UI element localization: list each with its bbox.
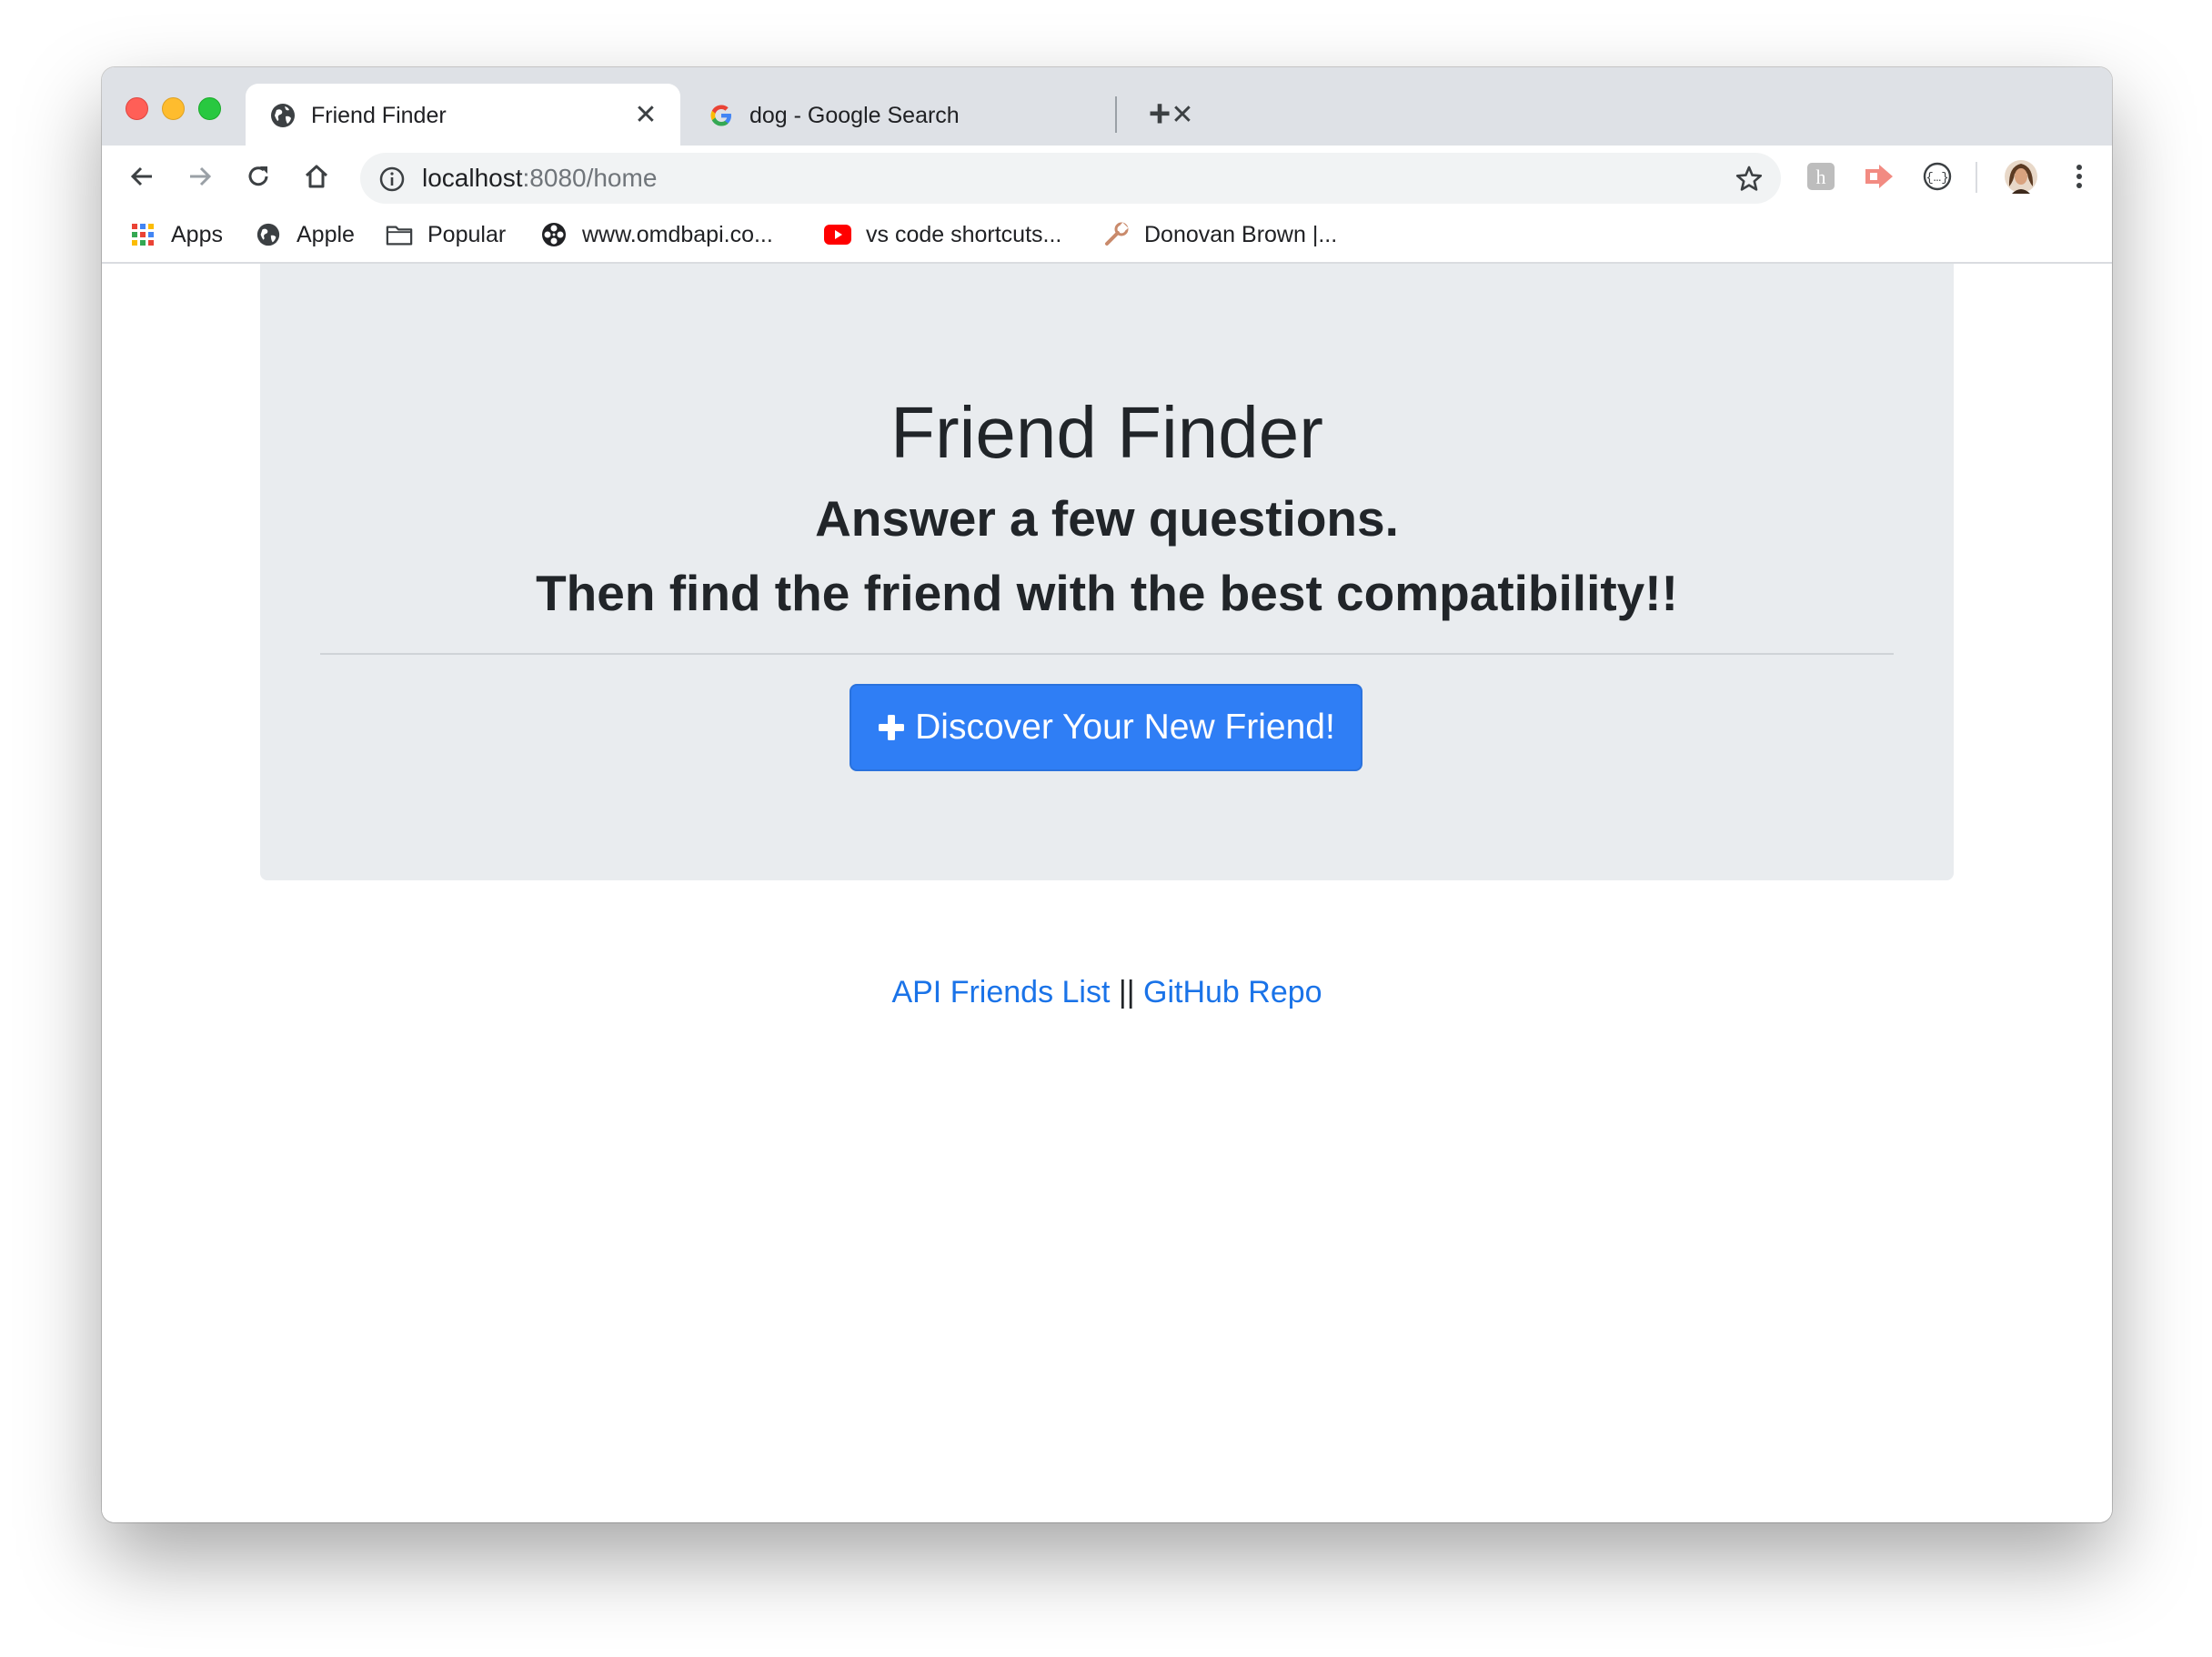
wrench-icon xyxy=(1102,221,1130,248)
page-subtitle-line1: Answer a few questions. xyxy=(815,490,1399,547)
bookmark-label: Donovan Brown |... xyxy=(1144,221,1338,247)
arrow-left-icon xyxy=(130,166,152,186)
folder-icon xyxy=(386,221,413,248)
bookmark-star-icon[interactable] xyxy=(1734,164,1765,195)
page-subtitle-line2: Then find the friend with the best compa… xyxy=(536,565,1678,621)
page-title: Friend Finder xyxy=(890,392,1323,473)
bookmark-label: Popular xyxy=(427,221,507,247)
globe-icon xyxy=(271,104,295,127)
discover-friend-button[interactable]: Discover Your New Friend! xyxy=(850,684,1362,771)
json-braces-icon: {…} xyxy=(1923,162,1952,191)
api-friends-list-link[interactable]: API Friends List xyxy=(891,975,1110,1009)
plus-icon xyxy=(879,715,905,740)
back-button[interactable] xyxy=(124,158,160,195)
close-window-button[interactable] xyxy=(126,97,148,120)
forward-button[interactable] xyxy=(182,158,218,195)
jumbotron: Friend Finder Answer a few questions. Th… xyxy=(260,264,1954,880)
arrow-right-icon xyxy=(190,166,212,186)
bookmark-label: Apple xyxy=(297,221,355,247)
bookmark-apple[interactable]: Apple xyxy=(255,218,355,251)
tab-divider xyxy=(1115,96,1117,133)
reload-button[interactable] xyxy=(240,158,276,195)
tab-friend-finder[interactable]: Friend Finder ✕ xyxy=(246,84,680,146)
bookmark-label: www.omdbapi.co... xyxy=(582,221,773,247)
toolbar-divider xyxy=(1976,162,1977,193)
apps-grid-icon xyxy=(129,221,156,248)
bookmark-donovan-brown[interactable]: Donovan Brown |... xyxy=(1102,218,1337,251)
page-content: Friend Finder Answer a few questions. Th… xyxy=(102,264,2112,1522)
svg-text:h: h xyxy=(1816,166,1826,188)
browser-window: Friend Finder ✕ dog - Google Search ✕ + xyxy=(102,67,2112,1522)
maximize-window-button[interactable] xyxy=(198,97,221,120)
video-arrow-icon xyxy=(1865,165,1893,188)
browser-toolbar: localhost:8080/home h {…} xyxy=(102,146,2112,207)
google-icon xyxy=(710,105,731,126)
bookmark-label: vs code shortcuts... xyxy=(866,221,1062,247)
close-tab-icon[interactable]: ✕ xyxy=(631,100,660,130)
github-repo-link[interactable]: GitHub Repo xyxy=(1143,975,1322,1009)
footer-links: API Friends List || GitHub Repo xyxy=(102,975,2112,1010)
extension-json-button[interactable]: {…} xyxy=(1919,158,1956,195)
new-tab-button[interactable]: + xyxy=(1139,92,1181,135)
film-reel-icon xyxy=(540,221,568,248)
url-text: localhost:8080/home xyxy=(422,164,657,193)
more-vertical-icon xyxy=(2076,165,2082,188)
bookmark-label: Apps xyxy=(171,221,223,247)
url-host: localhost xyxy=(422,164,523,192)
profile-avatar[interactable] xyxy=(2003,158,2039,195)
browser-menu-button[interactable] xyxy=(2061,158,2097,195)
home-button[interactable] xyxy=(298,158,335,195)
discover-friend-label: Discover Your New Friend! xyxy=(915,708,1335,747)
globe-icon xyxy=(255,221,282,248)
avatar xyxy=(2005,160,2037,194)
bookmark-apps[interactable]: Apps xyxy=(129,218,223,251)
bookmark-omdbapi[interactable]: www.omdbapi.co... xyxy=(540,218,773,251)
hypothesis-icon: h xyxy=(1807,163,1835,190)
bookmark-vs-code-shortcuts[interactable]: vs code shortcuts... xyxy=(824,218,1061,251)
url-path: :8080/home xyxy=(522,164,658,192)
tab-title: Friend Finder xyxy=(311,103,447,128)
info-icon[interactable] xyxy=(378,166,406,193)
svg-text:{…}: {…} xyxy=(1925,171,1948,186)
address-bar[interactable]: localhost:8080/home xyxy=(360,153,1781,204)
extension-hypothesis-button[interactable]: h xyxy=(1803,158,1839,195)
footer-separator: || xyxy=(1110,975,1143,1009)
tab-title: dog - Google Search xyxy=(749,103,960,128)
tab-dog-google-search[interactable]: dog - Google Search ✕ xyxy=(684,84,1217,146)
tab-strip: Friend Finder ✕ dog - Google Search ✕ + xyxy=(102,67,2112,146)
bookmark-folder-popular[interactable]: Popular xyxy=(386,218,506,251)
bookmarks-bar: Apps Apple Popular www.omdbapi.co... vs … xyxy=(102,207,2112,264)
minimize-window-button[interactable] xyxy=(162,97,185,120)
divider xyxy=(320,653,1894,655)
youtube-icon xyxy=(824,221,851,248)
home-icon xyxy=(305,165,328,188)
reload-icon xyxy=(248,166,268,186)
extension-video-button[interactable] xyxy=(1861,158,1897,195)
